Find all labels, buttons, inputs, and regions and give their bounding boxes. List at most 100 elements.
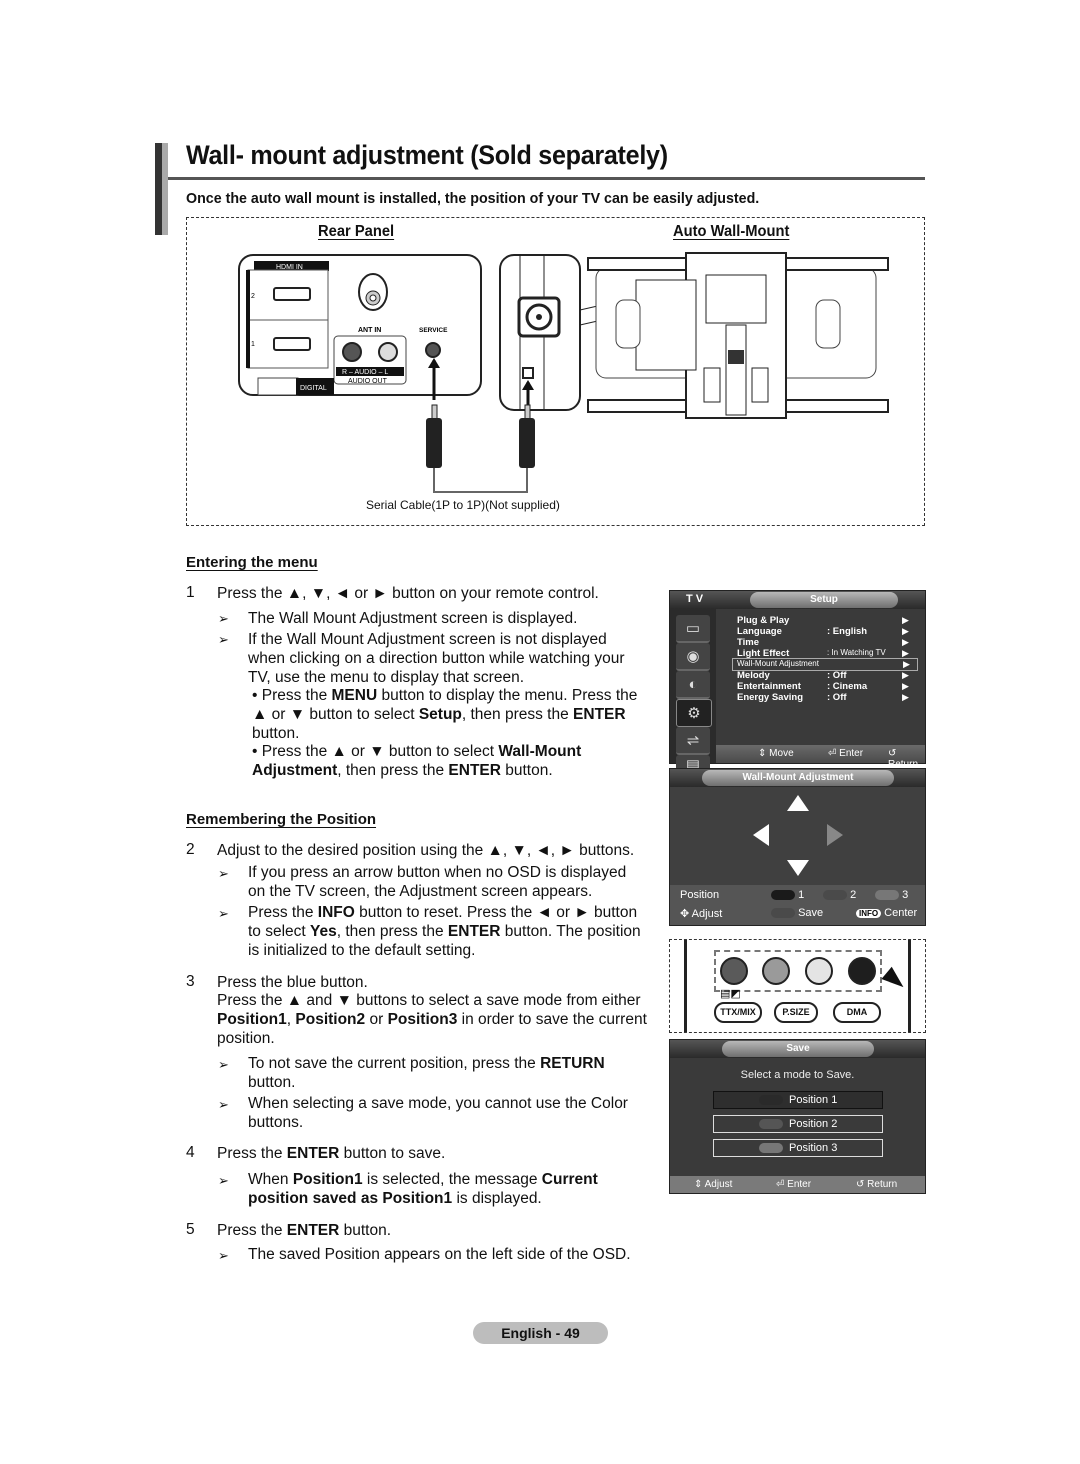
osd-setup-menu: T V Setup ▭ ◉ ◐ ⚙ ⇌ ▤ Plug & Play ▶ Langua… xyxy=(669,590,926,777)
step-3-note-2: When selecting a save mode, you cannot u… xyxy=(248,1095,628,1131)
chevron-right-icon: ▶ xyxy=(902,637,909,647)
enter-hint: ⏎ Enter xyxy=(828,748,864,759)
svg-text:2: 2 xyxy=(251,293,255,300)
osd-header: Save xyxy=(670,1040,925,1058)
setup-menu-item[interactable]: Entertainment: Cinema ▶ xyxy=(670,681,925,692)
svg-text:1: 1 xyxy=(251,341,255,348)
return-hint: ↺ Return xyxy=(888,748,919,770)
right-arrow-icon[interactable] xyxy=(827,824,843,846)
menu-item-value: : Cinema xyxy=(827,681,868,692)
title-divider xyxy=(168,177,925,180)
page-title: Wall- mount adjustment (Sold separately) xyxy=(186,140,668,170)
step-1-bullet-1: • Press the MENU button to display the m… xyxy=(252,687,638,742)
note-arrow-icon: ➢ xyxy=(218,1057,229,1072)
return-hint: ↺ Return xyxy=(856,1179,898,1190)
title-accent-bar-light xyxy=(162,143,168,235)
position-2-indicator: 2 xyxy=(823,889,856,901)
section-heading-remembering: Remembering the Position xyxy=(186,811,377,828)
svg-text:DIGITAL: DIGITAL xyxy=(300,385,327,392)
osd-footer: ⇕ Adjust ⏎ Enter ↺ Return xyxy=(670,1176,925,1193)
up-arrow-icon[interactable] xyxy=(787,795,809,811)
green-color-button[interactable] xyxy=(762,957,790,985)
menu-item-label: Time xyxy=(737,637,760,648)
step-3-line-2: Press the ▲ and ▼ buttons to select a sa… xyxy=(217,992,647,1047)
adjust-hint: ⇕ Adjust xyxy=(694,1179,733,1190)
menu-item-label: Entertainment xyxy=(737,681,801,692)
step-3-line-1: Press the blue button. xyxy=(217,974,368,991)
note-arrow-icon: ➢ xyxy=(218,1248,229,1263)
menu-item-value: : Off xyxy=(827,670,847,681)
menu-item-label: Language xyxy=(737,626,782,637)
menu-item-value: : English xyxy=(827,626,868,637)
page-number-badge: English - 49 xyxy=(473,1322,608,1344)
teletext-icon: ▤◩ xyxy=(720,988,741,1000)
note-arrow-icon: ➢ xyxy=(218,1097,229,1112)
position-3-indicator: 3 xyxy=(875,889,908,901)
position-color-indicator xyxy=(759,1143,783,1153)
rear-panel-illustration: HDMI IN 2 1 ANT IN SERVICE R – AUDIO – L… xyxy=(238,254,482,396)
menu-item-value: : In Watching TV xyxy=(827,648,886,657)
chevron-right-icon: ▶ xyxy=(902,670,909,680)
osd-footer: ⇕ Move ⏎ Enter ↺ Return xyxy=(716,745,925,770)
step-1-bullet-2: • Press the ▲ or ▼ button to select Wall… xyxy=(252,743,582,779)
step-2-note-2: Press the INFO button to reset. Press th… xyxy=(248,904,641,959)
adjust-hint: ✥ Adjust xyxy=(680,908,723,920)
cable-caption: Serial Cable(1P to 1P)(Not supplied) xyxy=(366,498,560,512)
note-arrow-icon: ➢ xyxy=(218,1173,229,1188)
step-5-note: The saved Position appears on the left s… xyxy=(248,1246,631,1263)
save-option-label: Position 1 xyxy=(789,1094,838,1106)
osd-wall-mount-adjustment: Wall-Mount Adjustment Position 1 2 3 ✥ A… xyxy=(669,768,926,926)
step-5-text: Press the ENTER button. xyxy=(217,1222,392,1239)
rear-panel-label: Rear Panel xyxy=(318,223,395,240)
blue-color-button[interactable] xyxy=(848,957,876,985)
position-1-indicator: 1 xyxy=(771,889,804,901)
chevron-right-icon: ▶ xyxy=(903,659,910,669)
down-arrow-icon[interactable] xyxy=(787,860,809,876)
step-number: 2 xyxy=(186,841,195,858)
osd-title: Setup xyxy=(750,592,898,608)
wall-mount-illustration xyxy=(499,252,889,419)
step-4-note: When Position1 is selected, the message … xyxy=(248,1171,598,1207)
info-center-hint: INFO Center xyxy=(856,907,917,919)
save-hint: Save xyxy=(771,907,823,919)
step-1-text: Press the ▲, ▼, ◄ or ► button on your re… xyxy=(217,585,599,602)
wall-mount-label: Auto Wall-Mount xyxy=(673,223,790,240)
section-heading-entering: Entering the menu xyxy=(186,554,318,571)
red-color-button[interactable] xyxy=(720,957,748,985)
input-icon[interactable]: ⇌ xyxy=(676,727,710,755)
step-1-note-1: The Wall Mount Adjustment screen is disp… xyxy=(248,610,578,627)
setup-menu-item[interactable]: Energy Saving: Off ▶ xyxy=(670,692,925,703)
setup-menu-item[interactable]: Melody: Off ▶ xyxy=(670,670,925,681)
svg-text:R – AUDIO – L: R – AUDIO – L xyxy=(342,369,388,376)
menu-item-label: Wall-Mount Adjustment xyxy=(737,659,819,668)
svg-text:ANT IN: ANT IN xyxy=(358,327,381,334)
save-prompt: Select a mode to Save. xyxy=(740,1069,855,1081)
save-option-label: Position 3 xyxy=(789,1142,838,1154)
save-option-2[interactable]: Position 2 xyxy=(713,1115,883,1133)
yellow-color-button[interactable] xyxy=(805,957,833,985)
position-color-indicator xyxy=(759,1119,783,1129)
save-option-1[interactable]: Position 1 xyxy=(713,1091,883,1109)
menu-item-label: Energy Saving xyxy=(737,692,803,703)
setup-menu-item[interactable]: Language : English ▶ xyxy=(670,626,925,637)
dma-button[interactable]: DMA xyxy=(833,1002,881,1023)
ttx-mix-button[interactable]: TTX/MIX xyxy=(714,1002,762,1023)
chevron-right-icon: ▶ xyxy=(902,626,909,636)
left-arrow-icon[interactable] xyxy=(753,824,769,846)
save-option-3[interactable]: Position 3 xyxy=(713,1139,883,1157)
tv-label: T V xyxy=(686,593,704,605)
position-color-indicator xyxy=(759,1095,783,1105)
step-number: 1 xyxy=(186,584,195,601)
note-arrow-icon: ➢ xyxy=(218,611,229,626)
move-hint: ⇕ Move xyxy=(758,748,794,759)
note-arrow-icon: ➢ xyxy=(218,632,229,647)
osd-header: Wall-Mount Adjustment xyxy=(670,769,925,787)
setup-menu-item[interactable]: Plug & Play ▶ xyxy=(670,615,925,626)
step-4-text: Press the ENTER button to save. xyxy=(217,1145,446,1162)
step-number: 4 xyxy=(186,1144,195,1161)
setup-menu-item[interactable]: Time ▶ xyxy=(670,637,925,648)
menu-item-label: Plug & Play xyxy=(737,615,790,626)
svg-text:SERVICE: SERVICE xyxy=(419,327,448,334)
p-size-button[interactable]: P.SIZE xyxy=(774,1002,818,1023)
setup-gear-icon[interactable]: ⚙ xyxy=(676,699,712,727)
